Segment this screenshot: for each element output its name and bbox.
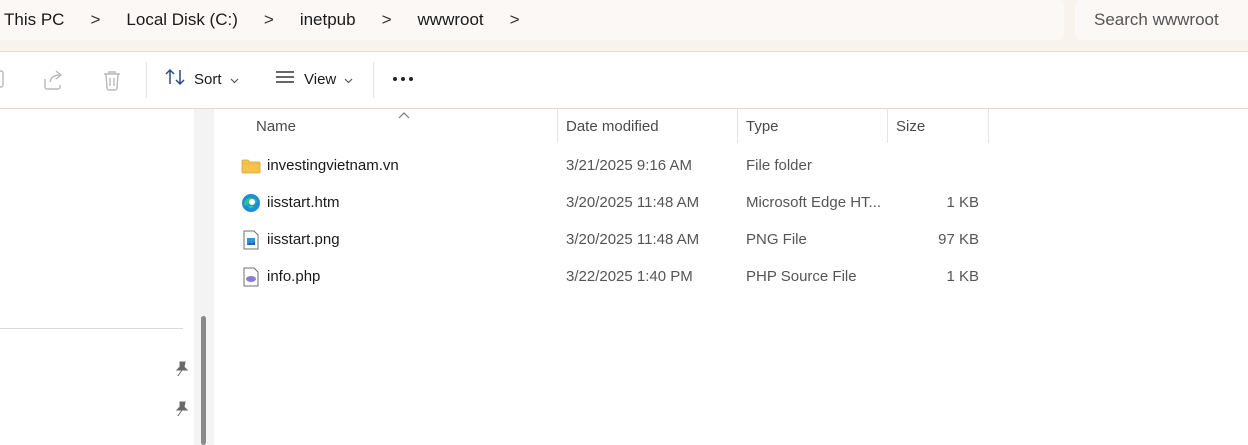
file-type: PHP Source File [746,268,857,285]
chevron-down-icon [344,71,353,88]
file-size: 1 KB [946,268,979,285]
file-type: PNG File [746,231,807,248]
column-header-size[interactable]: Size [888,109,989,143]
file-row[interactable]: iisstart.htm 3/20/2025 11:48 AM Microsof… [214,184,989,221]
column-header-name[interactable]: Name [248,109,558,143]
search-placeholder: Search wwwroot [1094,10,1219,29]
search-box[interactable]: Search wwwroot [1075,0,1248,40]
command-bar: Sort View [0,52,1248,109]
column-header-name-label: Name [256,117,297,135]
toolbar-divider [373,62,374,98]
breadcrumb-separator[interactable]: > [264,10,274,30]
image-file-icon [240,229,262,251]
breadcrumb-wwwroot[interactable]: wwwroot [418,10,484,30]
title-bar-region: This PC > Local Disk (C:) > inetpub > ww… [0,0,1248,52]
file-name: info.php [267,268,321,285]
file-size [888,147,979,184]
column-header-row: Name Date modified Type Size [214,109,989,143]
column-header-date[interactable]: Date modified [558,109,738,143]
file-type: Microsoft Edge HT... [746,194,882,211]
sort-button[interactable]: Sort [164,66,239,92]
sort-icon [164,66,186,92]
pin-icon[interactable] [175,361,189,382]
more-options-icon[interactable] [393,77,413,81]
file-size: 1 KB [946,194,979,211]
column-header-size-label: Size [896,117,926,135]
file-name: iisstart.htm [267,194,340,211]
column-header-date-label: Date modified [566,117,659,135]
file-date: 3/21/2025 9:16 AM [566,157,692,174]
column-header-type-label: Type [746,117,779,135]
file-name: investingvietnam.vn [267,157,399,174]
sort-label: Sort [194,70,222,88]
php-file-icon [240,266,262,288]
pin-icon[interactable] [175,401,189,422]
file-type: File folder [746,157,812,174]
pane-scrollbar-thumb[interactable] [201,316,206,445]
breadcrumb-this-pc[interactable]: This PC [4,10,64,30]
address-bar[interactable]: This PC > Local Disk (C:) > inetpub > ww… [0,0,1064,40]
file-row[interactable]: investingvietnam.vn 3/21/2025 9:16 AM Fi… [214,147,989,184]
file-date: 3/20/2025 11:48 AM [566,231,700,248]
view-label: View [304,70,337,88]
folder-icon [240,155,262,177]
breadcrumb-separator[interactable]: > [382,10,392,30]
file-name: iisstart.png [267,231,340,248]
breadcrumb-separator[interactable]: > [510,10,520,30]
file-date: 3/22/2025 1:40 PM [566,268,693,285]
column-header-type[interactable]: Type [738,109,888,143]
copy-icon[interactable] [0,69,8,96]
edge-icon [240,192,262,214]
file-size: 97 KB [938,231,979,248]
chevron-down-icon [230,71,239,88]
view-icon [274,66,296,92]
toolbar-divider [146,62,147,98]
nav-divider [0,328,183,329]
view-button[interactable]: View [274,66,353,92]
share-icon[interactable] [42,69,64,96]
breadcrumb-separator[interactable]: > [90,10,100,30]
breadcrumb-inetpub[interactable]: inetpub [300,10,356,30]
navigation-pane [0,109,194,445]
file-row[interactable]: info.php 3/22/2025 1:40 PM PHP Source Fi… [214,258,989,295]
file-row[interactable]: iisstart.png 3/20/2025 11:48 AM PNG File… [214,221,989,258]
delete-icon[interactable] [102,69,122,96]
breadcrumb-local-disk[interactable]: Local Disk (C:) [126,10,237,30]
file-date: 3/20/2025 11:48 AM [566,194,700,211]
